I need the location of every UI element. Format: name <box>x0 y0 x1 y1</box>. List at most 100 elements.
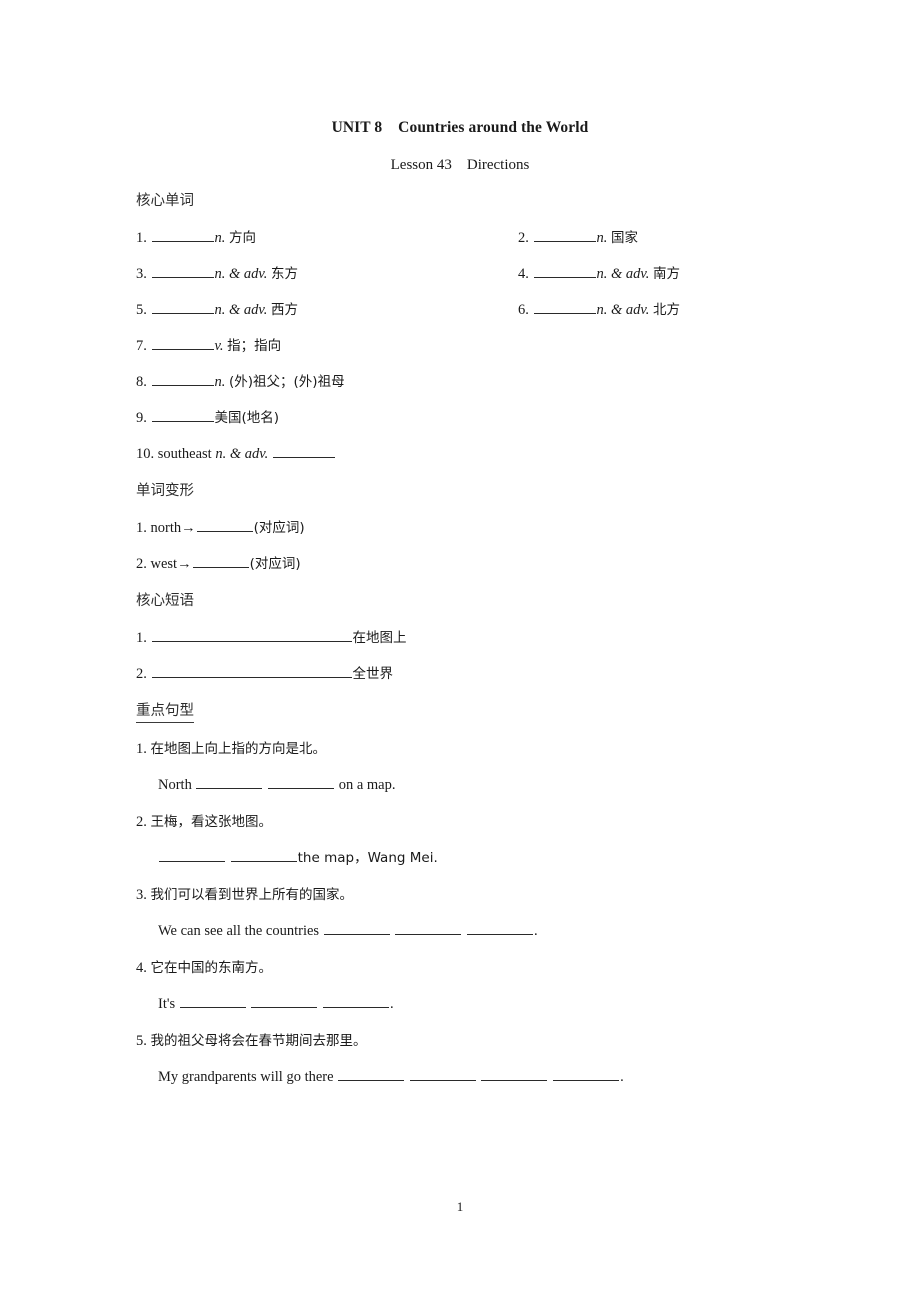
section-heading-key-sentences: 重点句型 <box>136 700 194 723</box>
vocab-row: 10. southeast n. & adv. <box>136 436 836 472</box>
answer-blank[interactable] <box>151 408 214 422</box>
answer-blank[interactable] <box>272 444 335 458</box>
item-number: 4. <box>518 266 529 282</box>
item-number: 6. <box>518 302 529 318</box>
vocab-row: 8. n. (外)祖父；(外)祖母 <box>136 364 836 400</box>
item-number: 5. <box>136 302 147 318</box>
phrase-item-1: 1. 在地图上 <box>136 620 407 656</box>
sentence-english: It's . <box>136 986 836 1023</box>
section-core-words: 核心单词 1. n. 方向 2. n. 国家 3. n. & adv. 东方 4… <box>136 190 836 472</box>
item-number: 4. <box>136 960 147 976</box>
sentence-cn-text: 在地图上向上指的方向是北。 <box>150 741 327 757</box>
sentence-suffix: the map，Wang Mei. <box>297 850 438 866</box>
answer-blank[interactable] <box>466 921 533 935</box>
answer-blank[interactable] <box>323 994 389 1008</box>
sentence-prefix: North <box>158 777 196 793</box>
answer-blank[interactable] <box>409 1067 476 1081</box>
phrase-row: 2. 全世界 <box>136 656 836 692</box>
sentence-chinese: 4. 它在中国的东南方。 <box>136 950 836 986</box>
sentence-cn-text: 王梅，看这张地图。 <box>150 814 273 830</box>
section-core-phrases: 核心短语 1. 在地图上 2. 全世界 <box>136 590 836 692</box>
answer-blank[interactable] <box>268 775 335 789</box>
form-note: (对应词) <box>249 556 301 572</box>
answer-blank[interactable] <box>179 994 246 1008</box>
answer-blank[interactable] <box>533 300 596 314</box>
vocab-row: 5. n. & adv. 西方 6. n. & adv. 北方 <box>136 292 836 328</box>
vocab-item-6: 6. n. & adv. 北方 <box>518 292 680 328</box>
word-form-row: 2. west→ (对应词) <box>136 546 836 582</box>
form-note: (对应词) <box>253 520 305 536</box>
section-heading-core-phrases: 核心短语 <box>136 593 194 609</box>
part-of-speech: n. & adv. <box>214 266 268 282</box>
base-word: north→ <box>150 520 196 536</box>
lesson-subtitle: Lesson 43 Directions <box>390 157 530 173</box>
vocab-row: 9. 美国(地名) <box>136 400 836 436</box>
sentence-english: the map，Wang Mei. <box>136 840 836 877</box>
sentence-chinese: 2. 王梅，看这张地图。 <box>136 804 836 840</box>
meaning-text: 南方 <box>653 266 681 282</box>
answer-blank[interactable] <box>533 228 596 242</box>
part-of-speech: n. & adv. <box>596 266 650 282</box>
phrase-item-2: 2. 全世界 <box>136 656 393 692</box>
item-number: 2. <box>136 666 147 682</box>
answer-blank[interactable] <box>192 554 249 568</box>
vocab-item-8: 8. n. (外)祖父；(外)祖母 <box>136 364 345 400</box>
meaning-text: 东方 <box>271 266 299 282</box>
answer-blank[interactable] <box>151 372 214 386</box>
part-of-speech: n. <box>596 230 608 246</box>
answer-blank[interactable] <box>553 1067 620 1081</box>
vocab-item-5: 5. n. & adv. 西方 <box>136 292 298 328</box>
sentence-cn-text: 我的祖父母将会在春节期间去那里。 <box>150 1033 367 1049</box>
vocab-item-10: 10. southeast n. & adv. <box>136 436 336 472</box>
word-form-row: 1. north→ (对应词) <box>136 510 836 546</box>
answer-blank[interactable] <box>230 848 297 862</box>
answer-blank[interactable] <box>151 628 352 642</box>
vocab-item-3: 3. n. & adv. 东方 <box>136 256 298 292</box>
answer-blank[interactable] <box>481 1067 548 1081</box>
meaning-text: 国家 <box>611 230 638 246</box>
sentence-prefix: It's <box>158 996 179 1012</box>
answer-blank[interactable] <box>323 921 390 935</box>
answer-blank[interactable] <box>151 228 214 242</box>
word-form-item-2: 2. west→ (对应词) <box>136 546 301 582</box>
meaning-text: 美国(地名) <box>214 410 280 426</box>
sentence-prefix: We can see all the countries <box>158 923 323 939</box>
item-number: 8. <box>136 374 147 390</box>
vocab-row: 3. n. & adv. 东方 4. n. & adv. 南方 <box>136 256 836 292</box>
vocab-item-4: 4. n. & adv. 南方 <box>518 256 680 292</box>
answer-blank[interactable] <box>251 994 318 1008</box>
sentence-english: North on a map. <box>136 767 836 804</box>
answer-blank[interactable] <box>151 264 214 278</box>
answer-blank[interactable] <box>196 518 253 532</box>
answer-blank[interactable] <box>151 336 214 350</box>
item-number: 1. <box>136 520 147 536</box>
answer-blank[interactable] <box>338 1067 405 1081</box>
part-of-speech: n. <box>214 230 226 246</box>
phrase-row: 1. 在地图上 <box>136 620 836 656</box>
vocab-row: 7. v. 指；指向 <box>136 328 836 364</box>
item-number: 2. <box>136 814 147 830</box>
worksheet-page: UNIT 8 Countries around the World Lesson… <box>0 0 920 1302</box>
word-form-item-1: 1. north→ (对应词) <box>136 510 305 546</box>
answer-blank[interactable] <box>533 264 596 278</box>
item-number: 1. <box>136 630 147 646</box>
answer-blank[interactable] <box>196 775 263 789</box>
vocab-word: southeast <box>157 446 212 462</box>
answer-blank[interactable] <box>151 664 352 678</box>
section-heading-word-forms: 单词变形 <box>136 483 194 499</box>
answer-blank[interactable] <box>151 300 214 314</box>
item-number: 5. <box>136 1033 147 1049</box>
base-word: west→ <box>150 556 192 572</box>
answer-blank[interactable] <box>159 848 225 862</box>
vocab-item-7: 7. v. 指；指向 <box>136 328 281 364</box>
answer-blank[interactable] <box>395 921 462 935</box>
sentence-cn-text: 我们可以看到世界上所有的国家。 <box>150 887 354 903</box>
section-key-sentences: 重点句型 1. 在地图上向上指的方向是北。 North on a map. 2.… <box>136 700 836 1096</box>
meaning-text: 西方 <box>271 302 299 318</box>
page-number: 1 <box>456 1199 464 1214</box>
item-number: 9. <box>136 410 147 426</box>
content-column: 核心单词 1. n. 方向 2. n. 国家 3. n. & adv. 东方 4… <box>136 190 836 1104</box>
sentence-prefix: My grandparents will go there <box>158 1069 338 1085</box>
vocab-row: 1. n. 方向 2. n. 国家 <box>136 220 836 256</box>
part-of-speech: n. & adv. <box>215 446 269 462</box>
